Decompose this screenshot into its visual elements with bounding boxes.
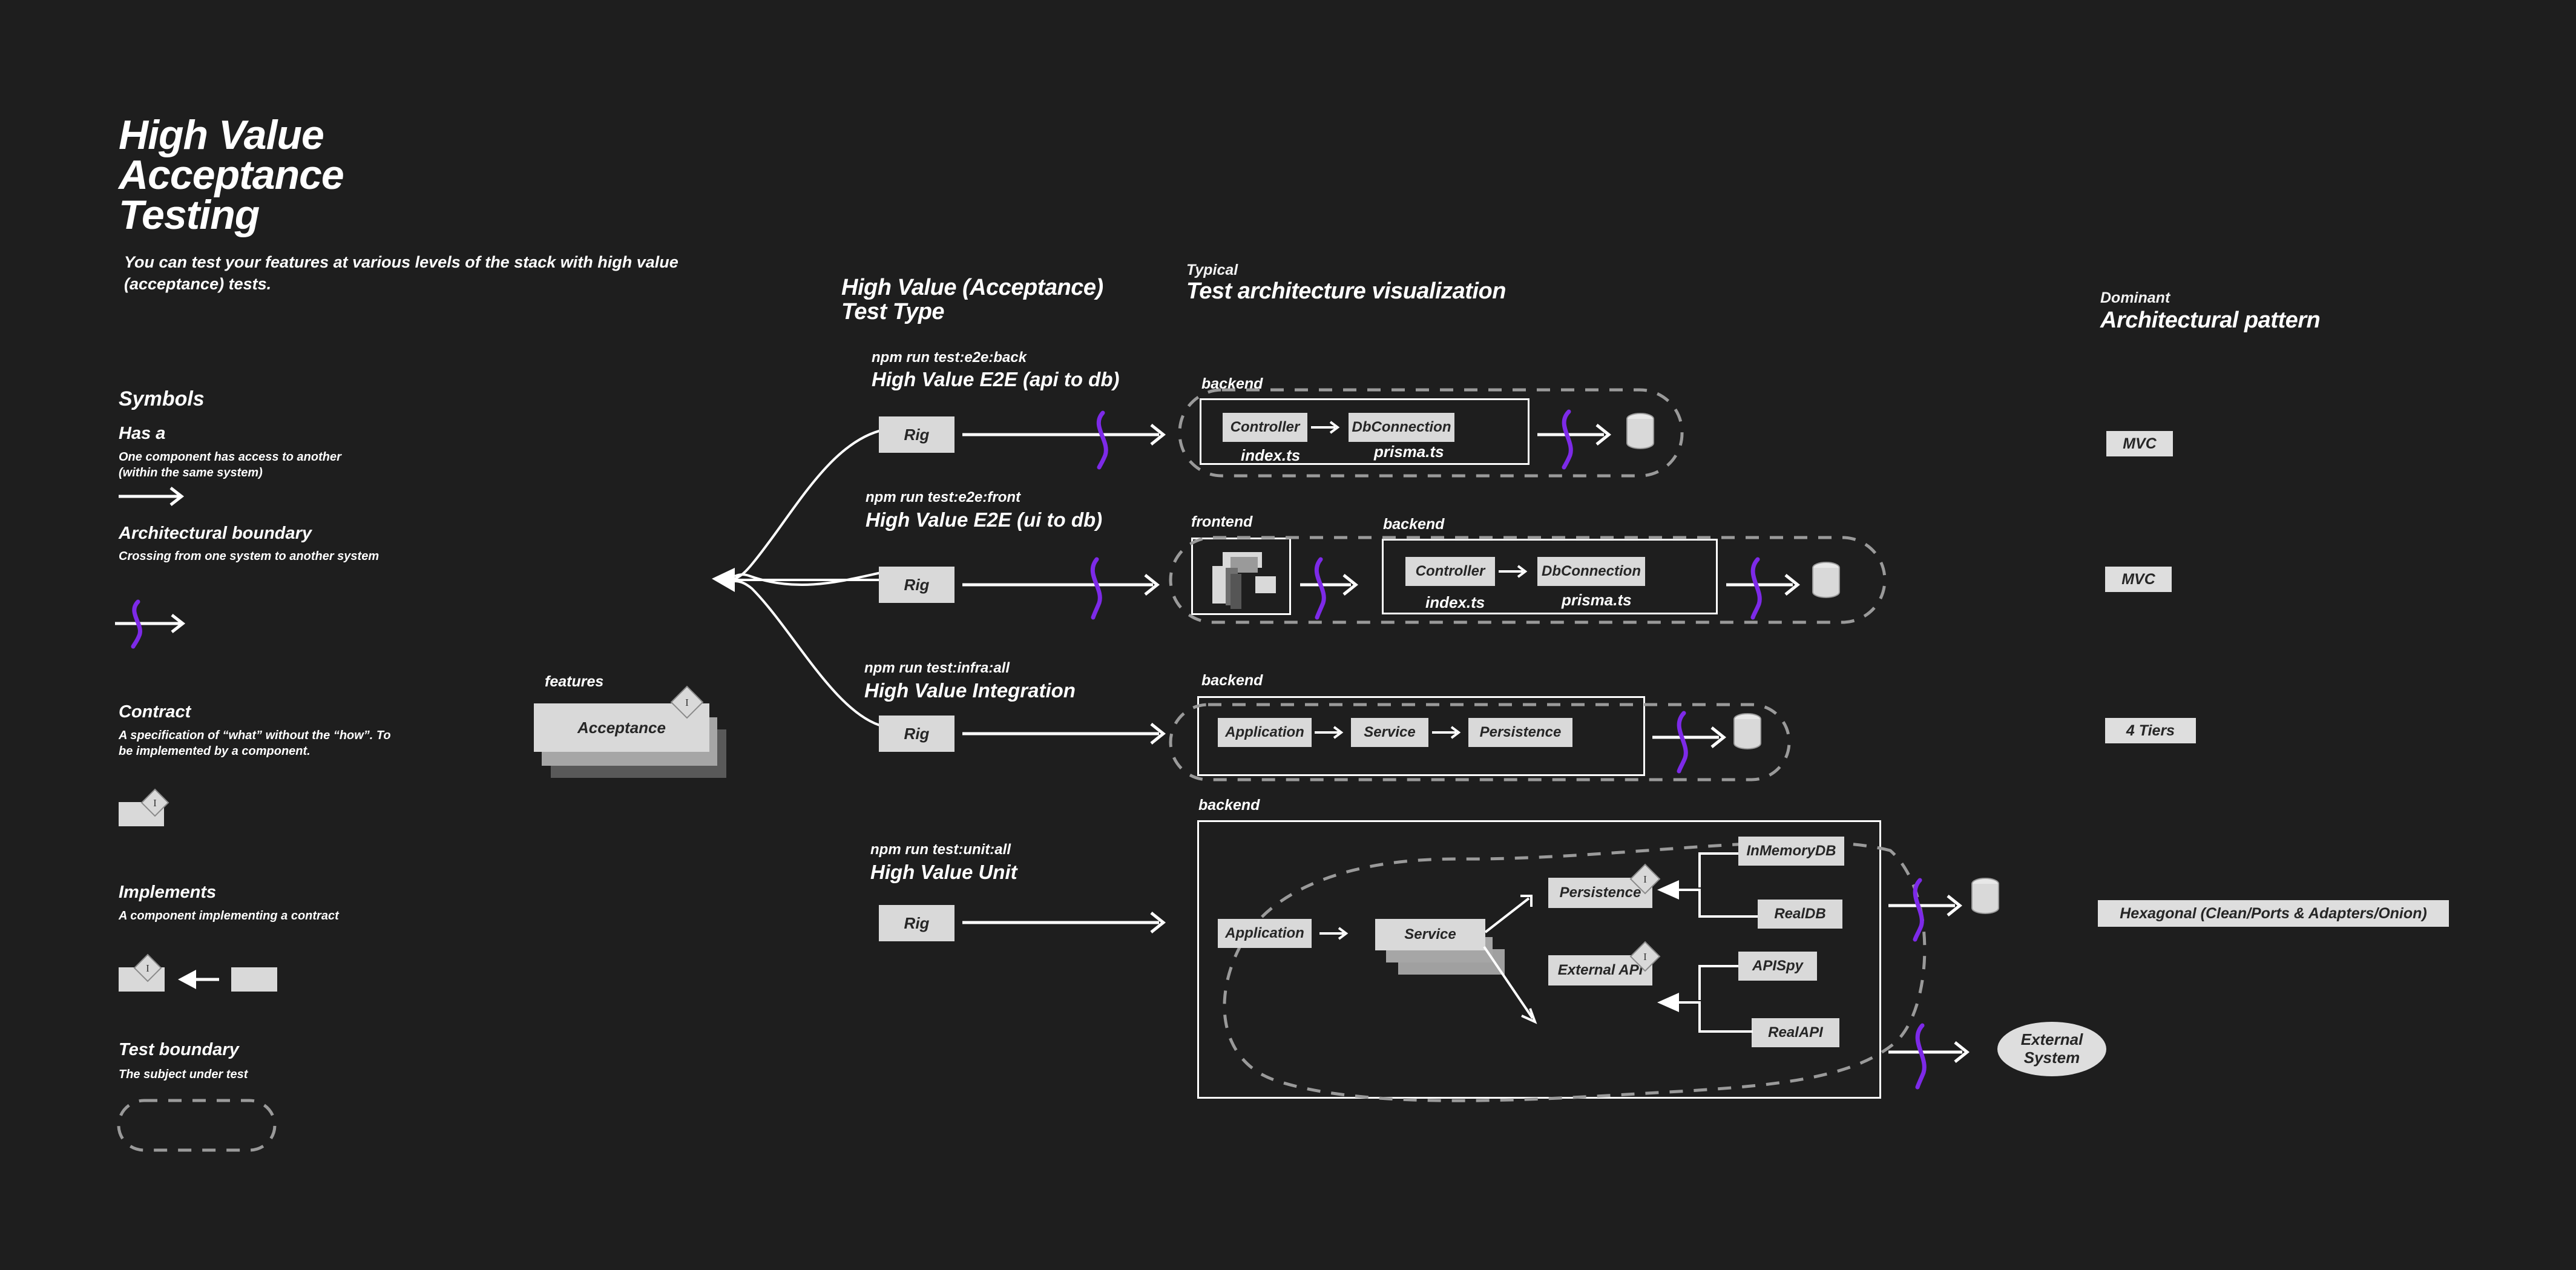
legend-item-contract-title: Contract bbox=[119, 702, 191, 722]
row-1-command: npm run test:e2e:back bbox=[872, 349, 1027, 366]
plain-arrow-icon bbox=[119, 487, 185, 506]
row-4-system-label-backend: backend bbox=[1198, 797, 1260, 814]
row-2-system-label-frontend: frontend bbox=[1191, 513, 1253, 530]
column-header-test-type-line-1: High Value (Acceptance) bbox=[841, 275, 1103, 300]
legend-item-has-a-title: Has a bbox=[119, 424, 166, 443]
svg-text:I: I bbox=[146, 962, 150, 974]
legend-heading: Symbols bbox=[119, 387, 205, 410]
legend-item-boundary-title: Architectural boundary bbox=[119, 524, 312, 543]
legend-item-test-boundary-desc: The subject under test bbox=[119, 1068, 248, 1081]
row-4-external-api-implements-connector bbox=[1657, 965, 1753, 1033]
row-4-persistence-implements-connector bbox=[1657, 852, 1758, 918]
page-title-line-3: Testing bbox=[119, 192, 260, 238]
column-header-test-type-line-2: Test Type bbox=[841, 299, 945, 324]
page-title-line-1: High Value bbox=[119, 112, 324, 158]
row-2-rig-box[interactable]: Rig bbox=[879, 567, 954, 603]
contract-interface-icon: I bbox=[140, 788, 169, 817]
row-4-pattern-badge: Hexagonal (Clean/Ports & Adapters/Onion) bbox=[2098, 900, 2449, 927]
row-1-pattern-badge: MVC bbox=[2106, 431, 2173, 456]
row-2-test-boundary bbox=[1169, 536, 1887, 624]
row-2-system-label-backend: backend bbox=[1383, 516, 1445, 533]
page-title: High Value Acceptance Testing bbox=[119, 112, 663, 238]
svg-text:I: I bbox=[685, 697, 689, 708]
row-1-rig-box[interactable]: Rig bbox=[879, 416, 954, 453]
hub-namespace-label: features bbox=[545, 673, 604, 690]
implements-interface-icon: I bbox=[133, 953, 162, 982]
legend-item-implements-desc: A component implementing a contract bbox=[119, 909, 339, 923]
interface-marker-label: I bbox=[153, 797, 157, 809]
row-4-external-system-ellipse: External System bbox=[1997, 1022, 2106, 1076]
legend-item-boundary-desc: Crossing from one system to another syst… bbox=[119, 550, 380, 563]
row-3-system-label-backend: backend bbox=[1201, 672, 1263, 689]
row-4-database-cylinder-icon bbox=[1971, 878, 1999, 914]
row-4-rig-box[interactable]: Rig bbox=[879, 905, 954, 941]
row-4-external-system-label: External System bbox=[2020, 1030, 2083, 1067]
row-1-test-boundary bbox=[1178, 388, 1684, 478]
legend-item-implements-title: Implements bbox=[119, 883, 217, 902]
legend-item-contract-desc: A specification of “what” without the “h… bbox=[119, 729, 391, 758]
column-header-test-type: High Value (Acceptance) Test Type bbox=[841, 275, 1180, 324]
boundary-arrow-icon bbox=[115, 599, 186, 649]
page-subtitle: You can test your features at various le… bbox=[124, 253, 678, 293]
row-2-pattern-badge: MVC bbox=[2105, 567, 2172, 592]
row-1-rig-to-backend-arrow bbox=[962, 410, 1166, 470]
row-4-component-realdb[interactable]: RealDB bbox=[1758, 900, 1842, 929]
row-4-command: npm run test:unit:all bbox=[870, 841, 1011, 858]
row-3-pattern-badge: 4 Tiers bbox=[2105, 718, 2196, 743]
row-3-type: High Value Integration bbox=[864, 679, 1076, 702]
row-3-rig-box[interactable]: Rig bbox=[879, 716, 954, 752]
row-4-type: High Value Unit bbox=[870, 861, 1017, 883]
row-3-rig-to-backend-arrow bbox=[962, 723, 1166, 745]
row-4-service-to-persistence-arrow bbox=[1484, 895, 1533, 933]
row-4-application-to-service-arrow bbox=[1319, 927, 1349, 940]
row-4-component-application[interactable]: Application bbox=[1218, 919, 1312, 948]
row-3-command: npm run test:infra:all bbox=[864, 660, 1010, 676]
row-2-rig-to-frontend-arrow bbox=[962, 557, 1160, 620]
implements-component-box-icon bbox=[231, 967, 277, 992]
legend-item-test-boundary-title: Test boundary bbox=[119, 1040, 239, 1059]
row-3-test-boundary bbox=[1169, 703, 1791, 781]
column-kicker-visualization: Typical bbox=[1186, 262, 1238, 278]
column-header-pattern: Architectural pattern bbox=[2100, 308, 2321, 333]
row-4-rig-to-backend-arrow bbox=[962, 912, 1166, 933]
row-1-type: High Value E2E (api to db) bbox=[872, 368, 1120, 390]
test-boundary-icon bbox=[117, 1099, 277, 1152]
column-kicker-pattern: Dominant bbox=[2100, 289, 2170, 306]
row-2-type: High Value E2E (ui to db) bbox=[866, 508, 1103, 531]
legend-item-has-a-desc: One component has access to another (wit… bbox=[119, 450, 341, 479]
page-title-line-2: Acceptance bbox=[119, 152, 344, 198]
row-2-command: npm run test:e2e:front bbox=[866, 489, 1021, 505]
row-4-component-service[interactable]: Service bbox=[1375, 919, 1485, 950]
column-header-visualization: Test architecture visualization bbox=[1186, 278, 1506, 304]
